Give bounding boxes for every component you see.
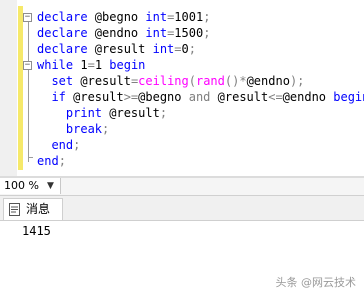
dropdown-arrow-icon[interactable]: ▼ — [47, 178, 54, 194]
code-token: @result — [87, 42, 153, 56]
code-token: ; — [203, 26, 211, 40]
sql-editor[interactable]: − − declare @begno int=1001; declare @end… — [0, 0, 364, 176]
results-tab-strip: 消息 — [0, 196, 364, 221]
code-token: print — [65, 106, 103, 120]
code-line[interactable]: print @result; — [37, 105, 167, 121]
code-token: ; — [203, 10, 211, 24]
code-token: ; — [102, 122, 110, 136]
code-token: <= — [268, 90, 283, 104]
editor-gutter — [0, 0, 17, 176]
code-token: >= — [123, 90, 139, 104]
code-token: @result — [65, 90, 124, 104]
code-token: declare — [37, 10, 88, 24]
code-token: declare — [37, 42, 88, 56]
code-token: = — [174, 42, 182, 56]
code-token: int — [145, 10, 168, 24]
code-token: 1 — [94, 58, 110, 72]
outline-end-tick — [28, 157, 33, 158]
message-output: 1415 — [22, 224, 51, 238]
code-token: ; — [73, 138, 81, 152]
code-line[interactable]: declare @endno int=1500; — [37, 25, 210, 41]
code-token: while — [37, 58, 74, 72]
code-token: ; — [188, 42, 196, 56]
code-token: int — [145, 26, 168, 40]
code-token: and — [188, 90, 211, 104]
message-page-icon — [9, 203, 20, 216]
code-token: declare — [37, 26, 88, 40]
code-token: @result — [73, 74, 131, 88]
code-token: @result — [210, 90, 269, 104]
code-token: end — [37, 154, 59, 168]
zoom-bar: 100 % ▼ — [0, 178, 364, 196]
code-line[interactable]: declare @begno int=1001; — [37, 9, 210, 25]
code-line[interactable]: while 1=1 begin — [37, 57, 145, 73]
code-token: rand — [195, 74, 225, 88]
code-token: begin — [333, 90, 364, 104]
code-token: begin — [109, 58, 146, 72]
code-line[interactable]: break; — [37, 121, 109, 137]
code-token: @endno — [246, 74, 290, 88]
zoom-dropdown[interactable]: 100 % ▼ — [0, 178, 61, 194]
code-line[interactable]: set @result=ceiling(rand()*@endno); — [37, 73, 304, 89]
watermark: 头条 @网云技术 — [275, 276, 357, 289]
code-token: 0 — [181, 42, 189, 56]
collapse-icon[interactable]: − — [23, 61, 32, 70]
code-line[interactable]: if @result>=@begno and @result<=@endno b… — [37, 89, 364, 105]
code-token: @result — [102, 106, 160, 120]
code-token: if — [51, 90, 66, 104]
code-token: ; — [159, 106, 168, 120]
code-token: set — [51, 74, 74, 88]
code-token: @begno — [87, 10, 146, 24]
code-token: ; — [58, 154, 66, 168]
code-token: ceiling — [138, 74, 189, 88]
code-token: () — [224, 74, 240, 88]
code-token: ( — [188, 74, 196, 88]
code-token: * — [239, 74, 247, 88]
code-token: 1500 — [174, 26, 204, 40]
code-token: ); — [289, 74, 305, 88]
tab-messages-label: 消息 — [26, 202, 51, 216]
code-token: @endno — [87, 26, 146, 40]
code-token: break — [65, 122, 103, 136]
zoom-value: 100 % — [4, 179, 39, 192]
code-line[interactable]: declare @result int=0; — [37, 41, 196, 57]
change-tracking-bar — [18, 6, 23, 170]
code-token: @begno — [138, 90, 189, 104]
code-line[interactable]: end; — [37, 137, 80, 153]
code-token: 1001 — [174, 10, 204, 24]
code-token: 1 — [73, 58, 88, 72]
collapse-icon[interactable]: − — [23, 13, 32, 22]
code-token: int — [152, 42, 175, 56]
code-line[interactable]: end; — [37, 153, 66, 169]
code-token: = — [87, 58, 95, 72]
code-token: end — [51, 138, 74, 152]
code-token: @endno — [282, 90, 334, 104]
outline-guide — [28, 20, 29, 162]
tab-messages[interactable]: 消息 — [3, 198, 63, 220]
